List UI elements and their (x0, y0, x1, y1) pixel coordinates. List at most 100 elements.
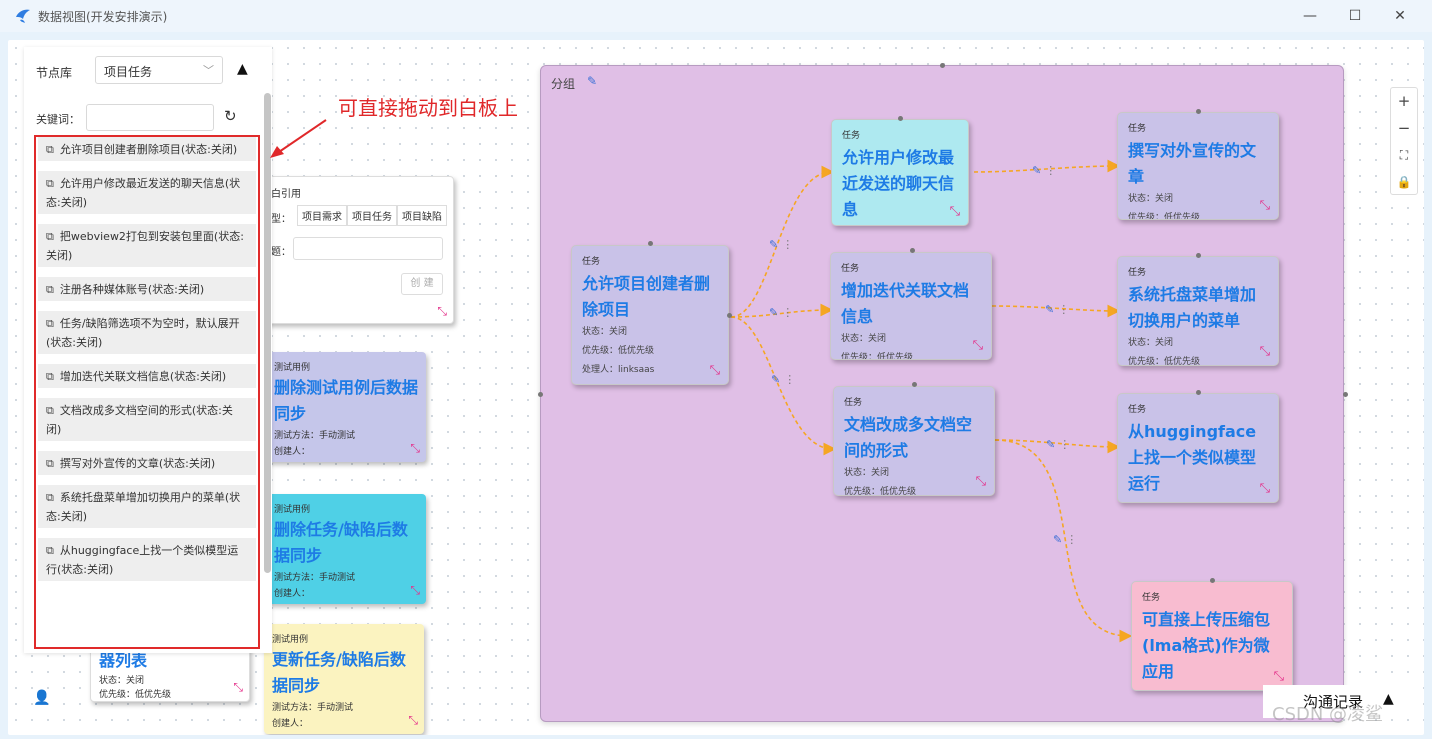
title-bar: 数据视图(开发安排演示) — ☐ ✕ (0, 0, 1432, 32)
handle-dot[interactable] (898, 116, 903, 121)
handle-dot[interactable] (910, 248, 915, 253)
keyword-input[interactable] (86, 104, 214, 131)
highlight-box (34, 135, 260, 649)
reference-create-button[interactable]: 创 建 (401, 273, 443, 295)
card-kind: 任务 (842, 131, 861, 141)
card-title: 更新任务/缺陷后数据同步 (272, 650, 406, 695)
node-library-label: 节点库 (36, 66, 73, 80)
card-method: 测试方法：手动测试 (272, 703, 354, 713)
expand-icon[interactable]: ⤡ (408, 713, 418, 728)
expand-up-icon[interactable]: ▲ (1383, 691, 1394, 707)
card-title: 撰写对外宣传的文章 (1128, 141, 1257, 186)
reference-topic-input[interactable] (293, 237, 443, 260)
reference-tab-req[interactable]: 项目需求 (297, 205, 347, 226)
edge-tools[interactable]: ✎ ⋮ (769, 238, 793, 251)
card-method: 测试方法：手动测试 (274, 431, 356, 441)
card-priority: 优先级：低优先级 (1128, 357, 1201, 366)
expand-icon[interactable]: ⤡ (410, 441, 420, 456)
card-status: 状态：关闭 (1128, 338, 1174, 348)
card-title: 从huggingface上找一个类似模型运行 (1128, 422, 1257, 493)
edge-tools[interactable]: ✎ ⋮ (769, 306, 793, 319)
lock-icon[interactable]: 🔒 (1391, 169, 1417, 196)
handle-dot[interactable] (1196, 390, 1201, 395)
watermark: CSDN @凌鲨 (1272, 704, 1384, 725)
maximize-button[interactable]: ☐ (1345, 6, 1365, 26)
card-handler: 处理人：linksaas (582, 365, 655, 375)
task-card-c3[interactable]: 任务 文档改成多文档空间的形式 状态：关闭 优先级：低优先级 ⤡ (833, 386, 995, 496)
expand-icon[interactable]: ⤡ (233, 680, 243, 695)
expand-icon[interactable]: ⤡ (1260, 344, 1270, 359)
reference-tab-bug[interactable]: 项目缺陷 (397, 205, 447, 226)
card-kind: 测试用例 (274, 363, 311, 373)
testcase-card-1[interactable]: 测试用例 删除测试用例后数据同步 测试方法：手动测试 创建人： ⤡ (266, 352, 426, 462)
card-creator: 创建人： (274, 447, 311, 457)
card-kind: 任务 (1128, 405, 1147, 415)
expand-icon[interactable]: ⤡ (1260, 198, 1270, 213)
card-status: 状态：关闭 (582, 327, 628, 337)
expand-icon[interactable]: ⤡ (950, 204, 960, 219)
card-title: 增加迭代关联文档信息 (841, 281, 970, 326)
card-priority: 优先级：低优先级 (582, 346, 655, 356)
reference-type-label: 型： (271, 214, 291, 225)
edge-tools[interactable]: ✎ ⋮ (1046, 438, 1070, 451)
expand-icon[interactable]: ⤡ (437, 304, 447, 319)
card-priority: 优先级：低优先级 (1128, 213, 1201, 220)
task-card-r2[interactable]: 任务 系统托盘菜单增加切换用户的菜单 状态：关闭 优先级：低优先级 ⤡ (1117, 256, 1279, 366)
edge-tools[interactable]: ✎ ⋮ (1045, 303, 1069, 316)
minimize-button[interactable]: — (1300, 6, 1320, 26)
handle-dot[interactable] (912, 382, 917, 387)
node-type-select[interactable]: 项目任务 ﹀ (95, 56, 223, 84)
expand-icon[interactable]: ⤡ (1274, 669, 1284, 684)
reference-topic-label: 题： (271, 247, 291, 258)
expand-icon[interactable]: ⤡ (973, 338, 983, 353)
handle-dot[interactable] (727, 313, 732, 318)
testcase-card-2[interactable]: 测试用例 删除任务/缺陷后数据同步 测试方法：手动测试 创建人： ⤡ (266, 494, 426, 604)
task-card-r1[interactable]: 任务 撰写对外宣传的文章 状态：关闭 优先级：低优先级 ⤡ (1117, 112, 1279, 220)
card-kind: 任务 (1128, 124, 1147, 134)
handle-dot[interactable] (1210, 578, 1215, 583)
expand-icon[interactable]: ⤡ (976, 474, 986, 489)
keyword-label: 关键词： (36, 113, 80, 126)
task-card-c1[interactable]: 任务 允许用户修改最近发送的聊天信息 ⤡ (831, 119, 969, 226)
task-card-r3[interactable]: 任务 从huggingface上找一个类似模型运行 ⤡ (1117, 393, 1279, 503)
card-status: 状态：关闭 (99, 676, 145, 686)
handle-dot[interactable] (940, 63, 945, 68)
card-status: 状态：关闭 (844, 468, 890, 478)
annotation-text: 可直接拖动到白板上 (338, 96, 518, 120)
close-button[interactable]: ✕ (1390, 6, 1410, 26)
handle-dot[interactable] (538, 392, 543, 397)
edge-tools[interactable]: ✎ ⋮ (1053, 533, 1077, 546)
chevron-down-icon: ﹀ (203, 64, 214, 77)
app-logo-icon (16, 9, 30, 23)
handle-dot[interactable] (1196, 253, 1201, 258)
card-priority: 优先级：低优先级 (99, 690, 172, 700)
testcase-card-3[interactable]: 测试用例 更新任务/缺陷后数据同步 测试方法：手动测试 创建人： ⤡ (264, 624, 424, 734)
expand-icon[interactable]: ⤡ (1260, 481, 1270, 496)
window-title: 数据视图(开发安排演示) (38, 10, 168, 24)
card-title: 可直接上传压缩包(lma格式)作为微应用 (1142, 610, 1271, 681)
zoom-out-button[interactable]: − (1391, 115, 1417, 142)
card-kind: 任务 (582, 257, 601, 267)
zoom-in-button[interactable]: + (1391, 88, 1417, 115)
handle-dot[interactable] (1343, 392, 1348, 397)
expand-icon[interactable]: ⤡ (410, 583, 420, 598)
card-method: 测试方法：手动测试 (274, 573, 356, 583)
group-frame[interactable]: 分组 ✎ ✎ ⋮ ✎ ⋮ ✎ ⋮ ✎ ⋮ ✎ ⋮ ✎ ⋮ ✎ ⋮ 任务 允许项目… (538, 63, 1348, 722)
task-card-c2[interactable]: 任务 增加迭代关联文档信息 状态：关闭 优先级：低优先级 ⤡ (830, 252, 992, 360)
refresh-icon[interactable]: ↻ (224, 107, 237, 125)
reference-title: 白引用 (271, 189, 301, 200)
handle-dot[interactable] (648, 241, 653, 246)
task-card-root[interactable]: 任务 允许项目创建者删除项目 状态：关闭 优先级：低优先级 处理人：linksa… (571, 245, 729, 385)
handle-dot[interactable] (1196, 109, 1201, 114)
task-card-r4[interactable]: 任务 可直接上传压缩包(lma格式)作为微应用 ⤡ (1131, 581, 1293, 691)
card-creator: 创建人： (274, 589, 311, 599)
edge-tools[interactable]: ✎ ⋮ (1032, 164, 1056, 177)
collapse-triangle-icon[interactable]: ▲ (237, 61, 248, 77)
expand-icon[interactable]: ⤡ (710, 363, 720, 378)
annotation-arrow (270, 119, 327, 158)
reference-tab-task[interactable]: 项目任务 (347, 205, 397, 226)
user-icon[interactable]: 👤 (33, 690, 50, 706)
zoom-panel: + − ⛶ 🔒 (1390, 87, 1418, 195)
edge-tools[interactable]: ✎ ⋮ (771, 373, 795, 386)
fit-view-button[interactable]: ⛶ (1391, 142, 1417, 169)
